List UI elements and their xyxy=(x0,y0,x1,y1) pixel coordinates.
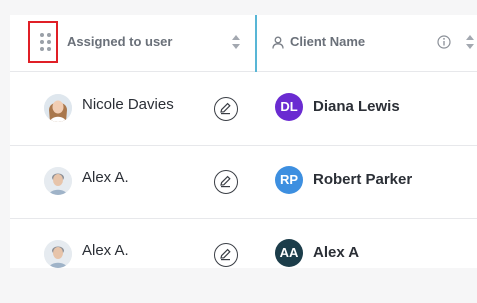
client-avatar: RP xyxy=(275,166,303,194)
client-avatar: DL xyxy=(275,93,303,121)
client-name-header[interactable]: Client Name xyxy=(290,34,365,49)
assigned-user-name: Nicole Davies xyxy=(82,96,174,113)
drag-handle-icon[interactable] xyxy=(28,21,58,63)
info-icon[interactable] xyxy=(437,35,451,49)
data-table: Assigned to user Client Name Nicole Davi… xyxy=(10,15,477,268)
assigned-user-name: Alex A. xyxy=(82,169,129,186)
edit-button[interactable] xyxy=(214,170,238,194)
sort-icon[interactable] xyxy=(465,34,475,50)
client-name[interactable]: Diana Lewis xyxy=(313,98,400,115)
pencil-icon xyxy=(220,102,231,115)
avatar xyxy=(44,167,72,195)
client-name[interactable]: Robert Parker xyxy=(313,171,412,188)
table-row: Alex A. RP Robert Parker xyxy=(10,145,477,219)
table-row: Nicole Davies DL Diana Lewis xyxy=(10,72,477,146)
avatar xyxy=(44,240,72,268)
sort-icon[interactable] xyxy=(231,34,241,50)
edit-button[interactable] xyxy=(214,243,238,267)
assigned-to-user-header[interactable]: Assigned to user xyxy=(67,34,172,49)
person-icon xyxy=(272,36,284,49)
assigned-user-name: Alex A. xyxy=(82,242,129,259)
table-row: Alex A. AA Alex A xyxy=(10,218,477,268)
avatar xyxy=(44,94,72,122)
pencil-icon xyxy=(220,175,231,188)
pencil-icon xyxy=(220,248,231,261)
client-avatar: AA xyxy=(275,239,303,267)
column-resize-handle[interactable] xyxy=(255,15,257,72)
client-name[interactable]: Alex A xyxy=(313,244,359,261)
edit-button[interactable] xyxy=(214,97,238,121)
table-header: Assigned to user Client Name xyxy=(10,15,477,72)
